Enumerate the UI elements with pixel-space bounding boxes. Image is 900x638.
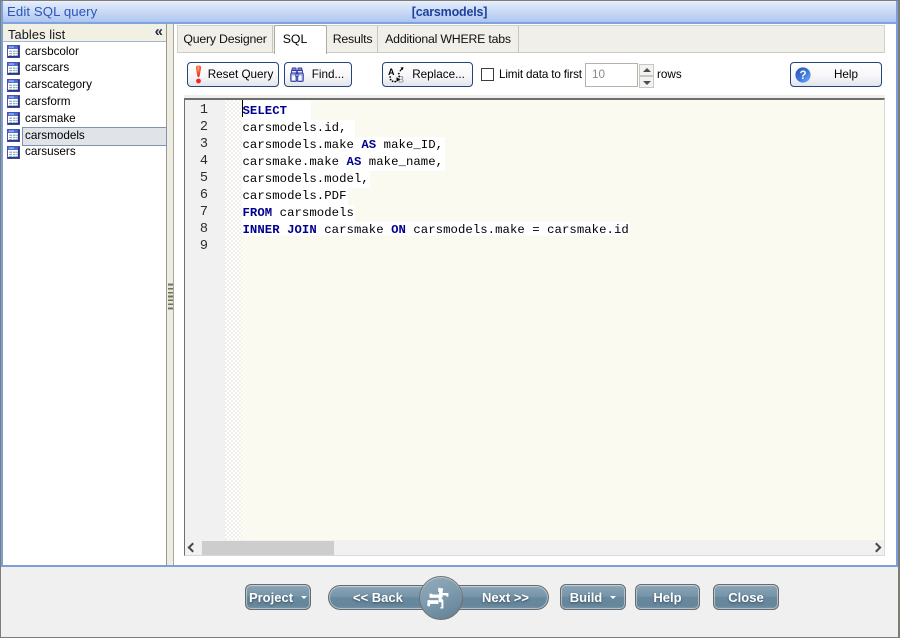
svg-text:?: ? bbox=[799, 70, 806, 82]
svg-text:A: A bbox=[388, 67, 395, 77]
